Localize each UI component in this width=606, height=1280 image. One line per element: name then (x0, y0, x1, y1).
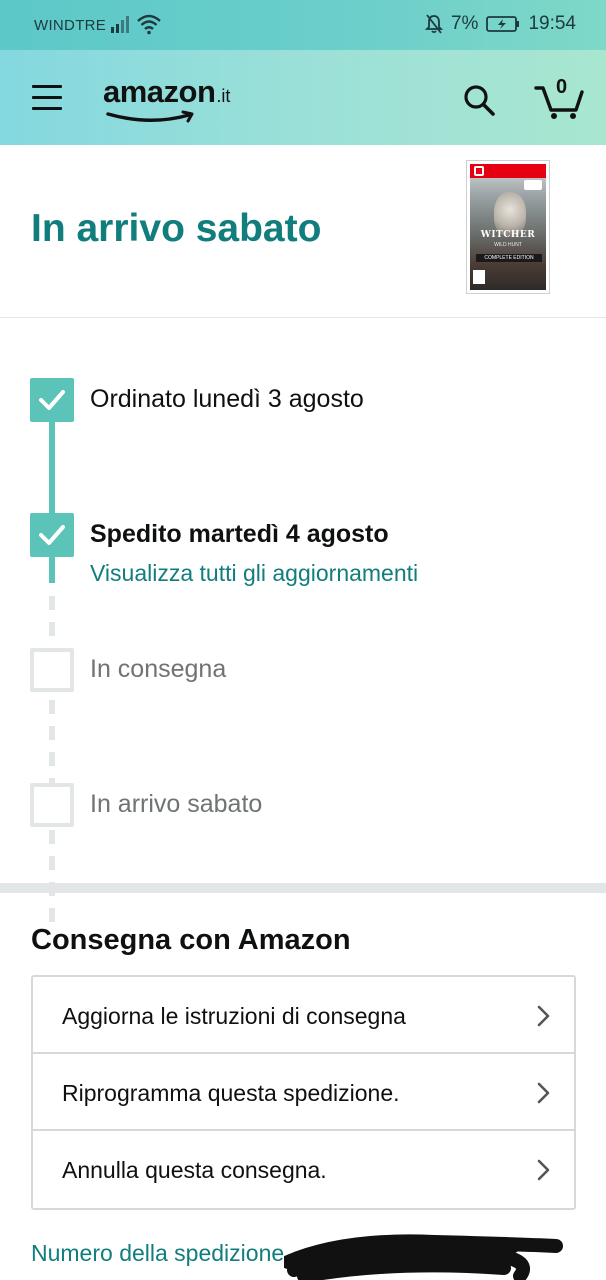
cart-button[interactable]: 0 (534, 76, 584, 120)
amazon-logo[interactable]: amazon.it (103, 74, 253, 124)
wifi-icon (137, 14, 161, 35)
check-icon (39, 525, 65, 545)
app-header: amazon.it 0 (0, 50, 606, 145)
tracking-number-link[interactable]: Numero della spedizione (31, 1240, 284, 1267)
step-arriving-label: In arrivo sabato (90, 790, 263, 818)
clock: 19:54 (528, 13, 576, 34)
redaction-scribble (284, 1234, 563, 1280)
search-icon[interactable] (462, 83, 496, 117)
section-divider (0, 883, 606, 893)
step-in-delivery-label: In consegna (90, 655, 227, 683)
chevron-right-icon (537, 1082, 550, 1104)
menu-icon[interactable] (32, 85, 62, 111)
progress-line-done (49, 418, 55, 583)
delivery-options-list: Aggiorna le istruzioni di consegna Ripro… (31, 975, 576, 1210)
cart-count: 0 (556, 76, 568, 98)
delivery-section-title: Consegna con Amazon (31, 924, 351, 956)
option-label: Aggiorna le istruzioni di consegna (62, 1003, 406, 1029)
shipment-timeline: Ordinato lunedì 3 agosto Spedito martedì… (0, 318, 606, 926)
step-checkbox-ordered (30, 378, 74, 422)
carrier-name: WINDTRE (34, 17, 107, 34)
step-checkbox-shipped (30, 513, 74, 557)
rating-badge (524, 180, 542, 190)
option-label: Annulla questa consegna. (62, 1157, 327, 1183)
cover-edition: COMPLETE EDITION (476, 254, 542, 262)
status-bar: WINDTRE 7% 19:54 (0, 0, 606, 50)
game-cover: WITCHER WILD HUNT COMPLETE EDITION (470, 164, 546, 290)
update-instructions-option[interactable]: Aggiorna le istruzioni di consegna (33, 977, 574, 1054)
signal-icon (111, 16, 129, 33)
progress-line-pending (49, 596, 55, 926)
check-icon (39, 390, 65, 410)
chevron-right-icon (537, 1159, 550, 1181)
bell-off-icon (424, 14, 443, 34)
smile-arrow-icon (106, 110, 194, 123)
pegi-icon (473, 270, 485, 284)
battery-percent: 7% (450, 13, 479, 34)
arrival-summary: In arrivo sabato WITCHER WILD HUNT COMPL… (0, 145, 606, 318)
step-checkbox-in-delivery (30, 648, 74, 692)
cover-subtitle: WILD HUNT (494, 242, 522, 248)
step-ordered-label: Ordinato lunedì 3 agosto (90, 385, 364, 413)
arrival-title: In arrivo sabato (31, 207, 322, 250)
option-label: Riprogramma questa spedizione. (62, 1080, 400, 1106)
logo-text: amazon (103, 74, 216, 109)
view-updates-link[interactable]: Visualizza tutti gli aggiornamenti (90, 560, 418, 587)
chevron-right-icon (537, 1005, 550, 1027)
cancel-delivery-option[interactable]: Annulla questa consegna. (33, 1131, 574, 1208)
product-image[interactable]: WITCHER WILD HUNT COMPLETE EDITION (466, 160, 550, 294)
step-checkbox-arriving (30, 783, 74, 827)
cover-title: WITCHER (480, 230, 536, 240)
battery-charging-icon (486, 16, 520, 32)
step-shipped-label: Spedito martedì 4 agosto (90, 520, 389, 548)
reschedule-option[interactable]: Riprogramma questa spedizione. (33, 1054, 574, 1131)
logo-suffix: .it (216, 86, 231, 106)
switch-banner (470, 164, 546, 178)
